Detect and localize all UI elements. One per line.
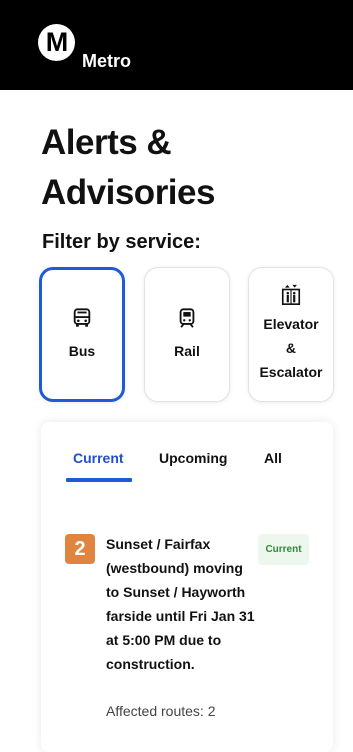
service-label-rail: Rail	[174, 342, 200, 359]
tab-current[interactable]: Current	[73, 448, 124, 468]
service-filter-bus[interactable]: Bus	[39, 267, 125, 402]
status-badge: Current	[258, 534, 309, 565]
active-tab-indicator	[66, 478, 132, 482]
page-title: Alerts & Advisories	[41, 123, 215, 212]
logo-letter: M	[45, 27, 68, 57]
alert-tabs: Current Upcoming All	[41, 422, 333, 484]
train-icon	[179, 307, 195, 328]
service-label-elevator-escalator: Elevator & Escalator	[259, 312, 322, 384]
service-label-bus: Bus	[68, 342, 96, 359]
metro-logo[interactable]: M	[38, 24, 75, 61]
affected-routes: Affected routes: 2	[106, 703, 216, 719]
brand-name[interactable]: Metro	[82, 51, 131, 71]
service-label-line: Elevator	[263, 316, 319, 332]
alerts-panel: Current Upcoming All 2 Sunset / Fairfax …	[41, 422, 333, 752]
elevator-escalator-icon	[281, 284, 301, 305]
filter-label: Filter by service:	[42, 231, 201, 253]
tab-all[interactable]: All	[264, 448, 282, 468]
service-label-line: Escalator	[259, 364, 323, 380]
alert-description: Sunset / Fairfax (westbound) moving to S…	[106, 536, 255, 672]
bus-icon	[73, 307, 91, 327]
service-filter-rail[interactable]: Rail	[144, 267, 230, 402]
site-header: M Metro	[0, 0, 353, 90]
service-filter-elevator-escalator[interactable]: Elevator & Escalator	[248, 267, 334, 402]
service-label-line: &	[285, 340, 297, 356]
route-number-badge: 2	[65, 534, 95, 564]
tab-upcoming[interactable]: Upcoming	[159, 448, 227, 468]
